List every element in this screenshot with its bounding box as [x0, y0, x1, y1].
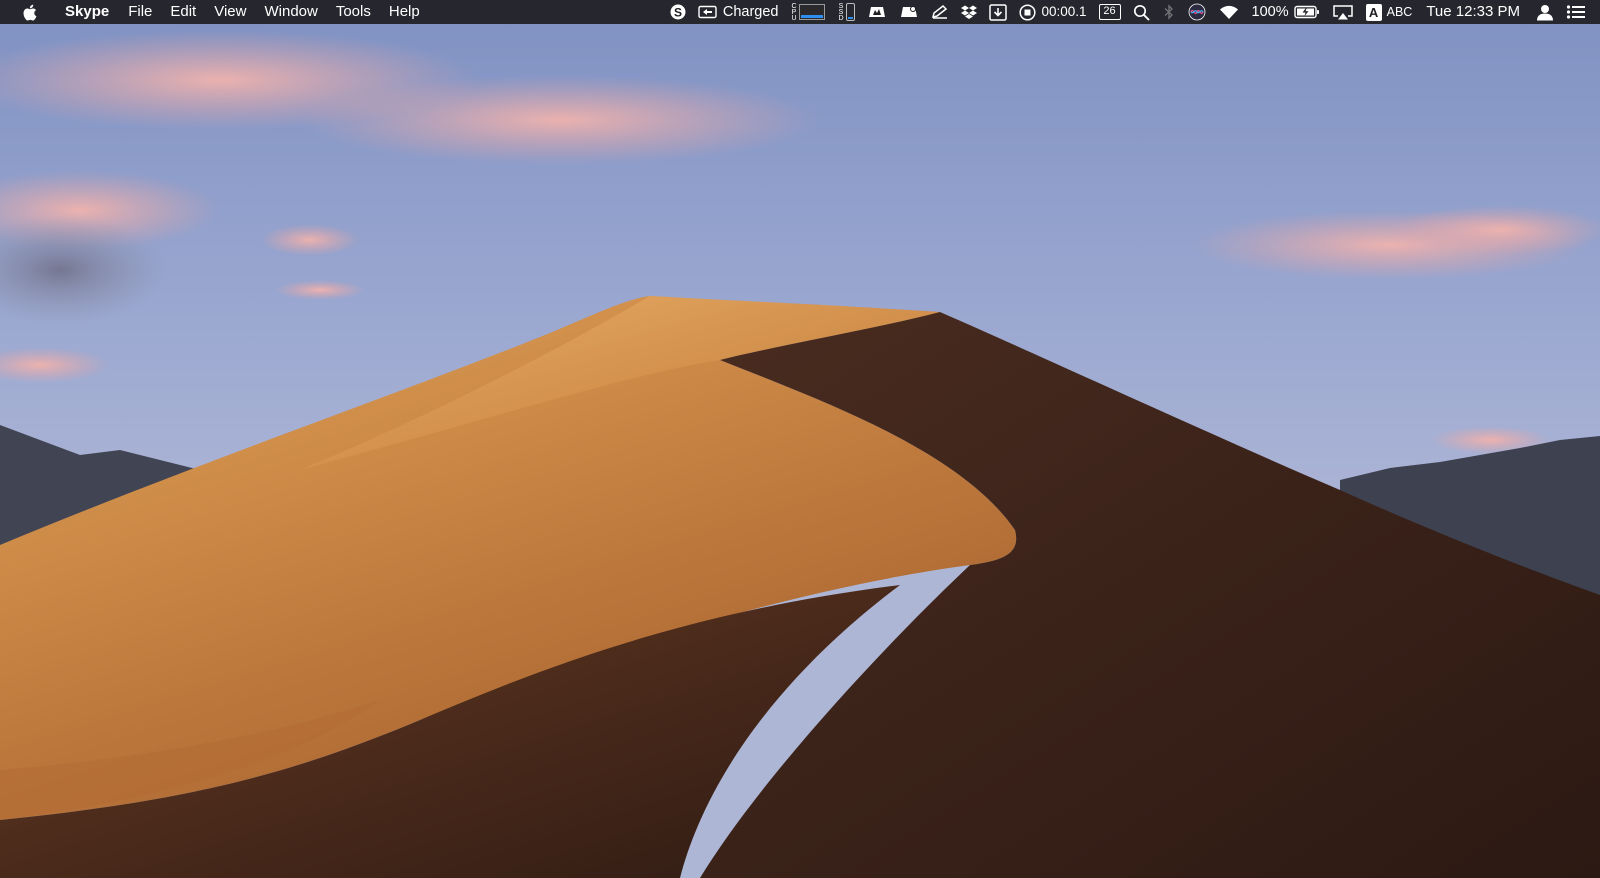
screen-record-item[interactable]: 00:00.1: [1019, 0, 1087, 24]
bluetooth-item[interactable]: [1162, 0, 1176, 24]
app-menu-skype[interactable]: Skype: [56, 0, 119, 24]
fast-user-switch-item[interactable]: [1536, 0, 1554, 24]
notification-icon: [867, 4, 887, 20]
cpu-meter-fill: [801, 15, 824, 18]
input-source-badge: A: [1365, 3, 1382, 21]
search-icon: [1133, 4, 1150, 21]
input-source-label: ABC: [1386, 5, 1413, 19]
battery-item[interactable]: 100%: [1252, 0, 1320, 24]
battery-status-item[interactable]: Charged: [698, 0, 779, 24]
download-item[interactable]: [989, 0, 1008, 24]
menu-bar: Skype File Edit View Window Tools Help S: [0, 0, 1600, 24]
dropbox-icon: [961, 4, 978, 20]
airplay-icon: [1332, 4, 1354, 21]
ssd-meter-fill: [848, 17, 854, 19]
dropbox-item[interactable]: [961, 0, 978, 24]
list-icon: [1566, 4, 1586, 20]
cpu-label: CPU: [790, 3, 798, 21]
skype-status-item[interactable]: S: [670, 0, 686, 24]
menu-bar-status-area: S Charged CPU SSD 00:00.1 26 100% A ABC …: [664, 0, 1590, 24]
annotate-item[interactable]: [931, 0, 949, 24]
input-source-item[interactable]: A ABC: [1365, 0, 1413, 24]
notification-icon: [899, 4, 919, 20]
pen-icon: [931, 4, 949, 20]
record-icon: [1019, 3, 1037, 21]
user-icon: [1536, 4, 1554, 21]
ssd-meter[interactable]: SSD: [837, 0, 856, 24]
ssd-meter-bar: [846, 3, 856, 21]
wifi-icon: [1218, 4, 1240, 20]
skype-icon: S: [670, 4, 686, 20]
battery-percent: 100%: [1251, 4, 1289, 20]
record-timer: 00:00.1: [1041, 4, 1087, 19]
apple-logo-icon[interactable]: [20, 0, 38, 24]
menu-window[interactable]: Window: [255, 0, 326, 24]
siri-item[interactable]: [1188, 0, 1206, 24]
cpu-meter[interactable]: CPU: [790, 0, 826, 24]
calendar-day: 26: [1098, 4, 1121, 20]
calendar-item[interactable]: 26: [1098, 0, 1121, 24]
menu-view[interactable]: View: [205, 0, 255, 24]
menu-tools[interactable]: Tools: [327, 0, 380, 24]
notification-item-1[interactable]: [867, 0, 887, 24]
desert-dune-wallpaper: [0, 0, 1600, 878]
notification-center-item[interactable]: [1566, 0, 1586, 24]
airplay-item[interactable]: [1332, 0, 1354, 24]
siri-icon: [1188, 3, 1206, 21]
charging-icon: [698, 5, 718, 19]
charge-status-text: Charged: [722, 4, 779, 20]
menu-help[interactable]: Help: [380, 0, 429, 24]
menu-file[interactable]: File: [119, 0, 161, 24]
notification-item-2[interactable]: [899, 0, 919, 24]
ssd-label: SSD: [837, 3, 845, 21]
download-icon: [989, 3, 1008, 21]
spotlight-item[interactable]: [1133, 0, 1150, 24]
menu-edit[interactable]: Edit: [161, 0, 205, 24]
cpu-meter-bar: [799, 4, 826, 20]
svg-text:S: S: [674, 6, 682, 20]
battery-icon: [1293, 5, 1320, 19]
desktop: Skype File Edit View Window Tools Help S: [0, 0, 1600, 878]
wifi-item[interactable]: [1218, 0, 1240, 24]
menu-bar-left: Skype File Edit View Window Tools Help: [0, 0, 429, 24]
menu-bar-clock[interactable]: Tue 12:33 PM: [1426, 0, 1520, 24]
bluetooth-icon: [1162, 3, 1176, 21]
